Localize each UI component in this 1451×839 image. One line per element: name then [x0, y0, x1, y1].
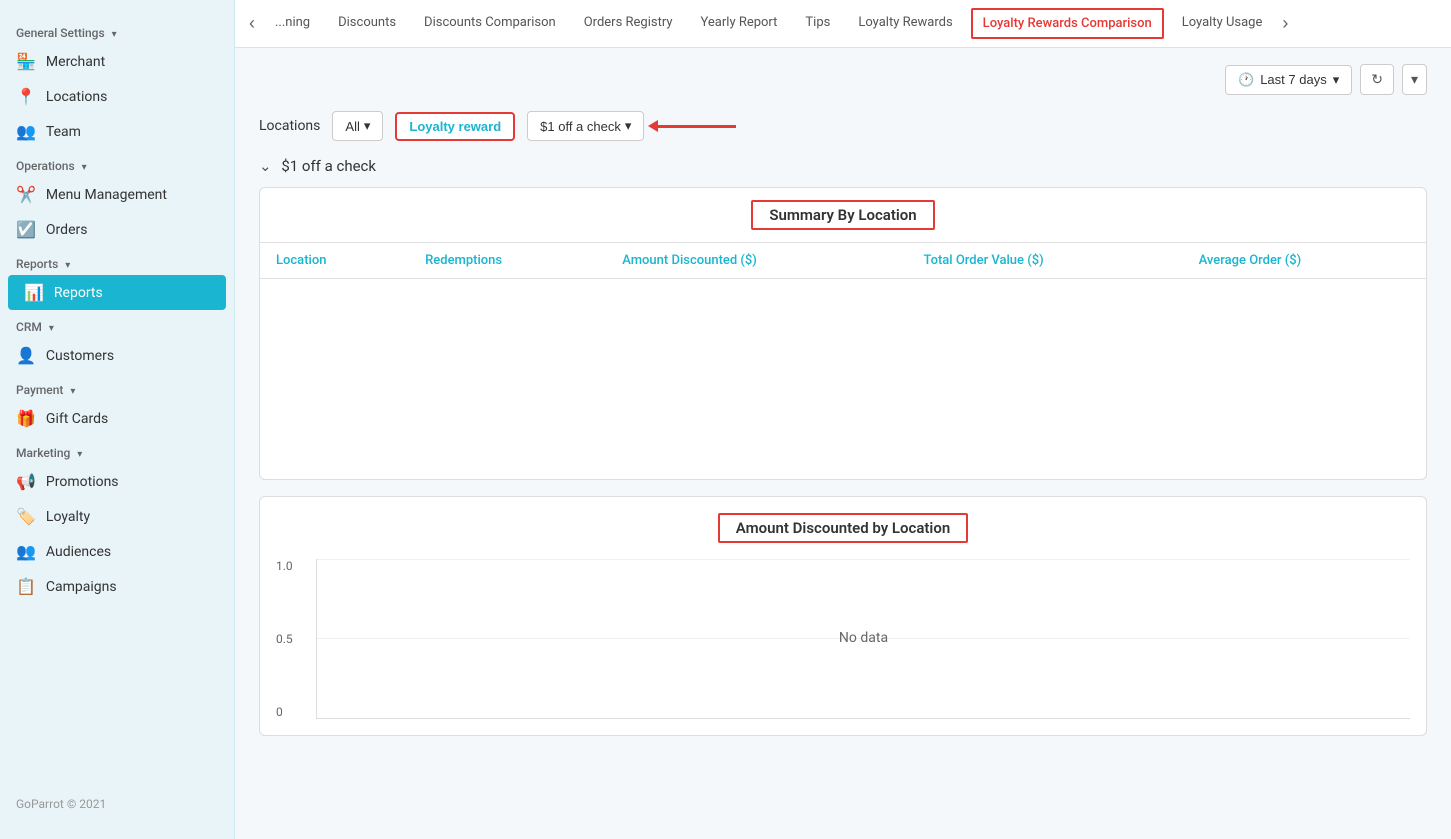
summary-table-header-row: Location Redemptions Amount Discounted (…	[260, 243, 1426, 279]
col-amount-discounted: Amount Discounted ($)	[606, 243, 907, 279]
merchant-icon: 🏪	[16, 52, 36, 71]
operations-section: Operations ▾	[0, 149, 234, 177]
tab-orders-registry[interactable]: Orders Registry	[570, 1, 687, 46]
summary-table-card: Summary By Location Location Redemptions…	[259, 187, 1427, 480]
tab-loyalty-rewards[interactable]: Loyalty Rewards	[844, 1, 966, 46]
chart-header: Amount Discounted by Location	[276, 513, 1410, 543]
summary-table-header: Summary By Location	[260, 188, 1426, 243]
arrow-indicator	[656, 125, 736, 128]
col-location: Location	[260, 243, 409, 279]
sidebar-item-locations[interactable]: 📍 Locations	[0, 79, 234, 114]
general-settings-section: General Settings ▾	[0, 16, 234, 44]
locations-filter-label: Locations	[259, 118, 320, 134]
sidebar-item-reports[interactable]: 📊 Reports	[8, 275, 226, 310]
date-range-button[interactable]: 🕐 Last 7 days ▾	[1225, 65, 1352, 95]
promotions-icon: 📢	[16, 472, 36, 491]
crm-section: CRM ▾	[0, 310, 234, 338]
col-average-order: Average Order ($)	[1183, 243, 1426, 279]
sidebar: General Settings ▾ 🏪 Merchant 📍 Location…	[0, 0, 235, 839]
locations-chevron: ▾	[364, 118, 371, 134]
tab-discounts-comparison[interactable]: Discounts Comparison	[410, 1, 570, 46]
campaigns-icon: 📋	[16, 577, 36, 596]
grid-line-top	[317, 559, 1410, 560]
location-icon: 📍	[16, 87, 36, 106]
operations-chevron: ▾	[82, 162, 87, 173]
audiences-icon: 👥	[16, 542, 36, 561]
payment-section: Payment ▾	[0, 373, 234, 401]
reward-value-chevron: ▾	[625, 118, 632, 134]
clock-icon: 🕐	[1238, 72, 1254, 88]
summary-table-title: Summary By Location	[751, 200, 934, 230]
sidebar-item-menu-management[interactable]: ✂️ Menu Management	[0, 177, 234, 212]
chart-area: 1.0 0.5 0 No data	[276, 559, 1410, 719]
date-range-chevron: ▾	[1333, 72, 1340, 88]
reports-chevron: ▾	[65, 260, 70, 271]
reports-section: Reports ▾	[0, 247, 234, 275]
chart-card: Amount Discounted by Location 1.0 0.5 0 …	[259, 496, 1427, 736]
chart-grid: No data	[316, 559, 1410, 719]
tab-loyalty-rewards-comparison[interactable]: Loyalty Rewards Comparison	[971, 8, 1164, 39]
chart-title: Amount Discounted by Location	[718, 513, 968, 543]
y-label-1: 1.0	[276, 559, 293, 573]
tab-tips[interactable]: Tips	[791, 1, 844, 46]
empty-table-cell	[260, 279, 1426, 479]
arrow-line	[656, 125, 736, 128]
tab-bar: ‹ ...ning Discounts Discounts Comparison…	[235, 0, 1451, 48]
tab-yearly-report[interactable]: Yearly Report	[687, 1, 792, 46]
tab-next-button[interactable]: ›	[1276, 13, 1294, 34]
sidebar-item-promotions[interactable]: 📢 Promotions	[0, 464, 234, 499]
gift-cards-icon: 🎁	[16, 409, 36, 428]
page-body: 🕐 Last 7 days ▾ ↻ ▾ Locations All ▾ Loya…	[235, 48, 1451, 839]
filter-row: Locations All ▾ Loyalty reward $1 off a …	[259, 111, 1427, 141]
customers-icon: 👤	[16, 346, 36, 365]
menu-icon: ✂️	[16, 185, 36, 204]
refresh-button[interactable]: ↻	[1360, 64, 1394, 95]
sidebar-item-orders[interactable]: ☑️ Orders	[0, 212, 234, 247]
y-label-2: 0.5	[276, 632, 293, 646]
payment-chevron: ▾	[70, 386, 75, 397]
summary-table-wrap: Location Redemptions Amount Discounted (…	[260, 243, 1426, 479]
general-settings-chevron: ▾	[112, 29, 117, 40]
reward-value-button[interactable]: $1 off a check ▾	[527, 111, 644, 141]
reports-icon: 📊	[24, 283, 44, 302]
tab-training[interactable]: ...ning	[261, 1, 324, 46]
sidebar-item-audiences[interactable]: 👥 Audiences	[0, 534, 234, 569]
loyalty-reward-label-button[interactable]: Loyalty reward	[395, 112, 515, 141]
marketing-chevron: ▾	[77, 449, 82, 460]
no-data-label: No data	[839, 630, 888, 646]
more-options-button[interactable]: ▾	[1402, 64, 1427, 95]
sidebar-item-team[interactable]: 👥 Team	[0, 114, 234, 149]
sidebar-item-gift-cards[interactable]: 🎁 Gift Cards	[0, 401, 234, 436]
col-total-order-value: Total Order Value ($)	[908, 243, 1183, 279]
toolbar-row: 🕐 Last 7 days ▾ ↻ ▾	[259, 64, 1427, 95]
tab-discounts[interactable]: Discounts	[324, 1, 410, 46]
col-redemptions: Redemptions	[409, 243, 606, 279]
y-label-3: 0	[276, 705, 293, 719]
sidebar-item-loyalty[interactable]: 🏷️ Loyalty	[0, 499, 234, 534]
sidebar-item-campaigns[interactable]: 📋 Campaigns	[0, 569, 234, 604]
empty-table-row	[260, 279, 1426, 479]
orders-icon: ☑️	[16, 220, 36, 239]
team-icon: 👥	[16, 122, 36, 141]
sidebar-item-merchant[interactable]: 🏪 Merchant	[0, 44, 234, 79]
crm-chevron: ▾	[49, 323, 54, 334]
tab-prev-button[interactable]: ‹	[243, 13, 261, 34]
sidebar-item-customers[interactable]: 👤 Customers	[0, 338, 234, 373]
loyalty-icon: 🏷️	[16, 507, 36, 526]
locations-filter-button[interactable]: All ▾	[332, 111, 383, 141]
chart-y-labels: 1.0 0.5 0	[276, 559, 293, 719]
sidebar-footer: GoParrot © 2021	[0, 785, 234, 823]
tab-loyalty-usage[interactable]: Loyalty Usage	[1168, 1, 1277, 46]
summary-table: Location Redemptions Amount Discounted (…	[260, 243, 1426, 479]
section-chevron: ⌄	[259, 157, 272, 175]
main-content: ‹ ...ning Discounts Discounts Comparison…	[235, 0, 1451, 839]
marketing-section: Marketing ▾	[0, 436, 234, 464]
section-heading: ⌄ $1 off a check	[259, 157, 1427, 175]
